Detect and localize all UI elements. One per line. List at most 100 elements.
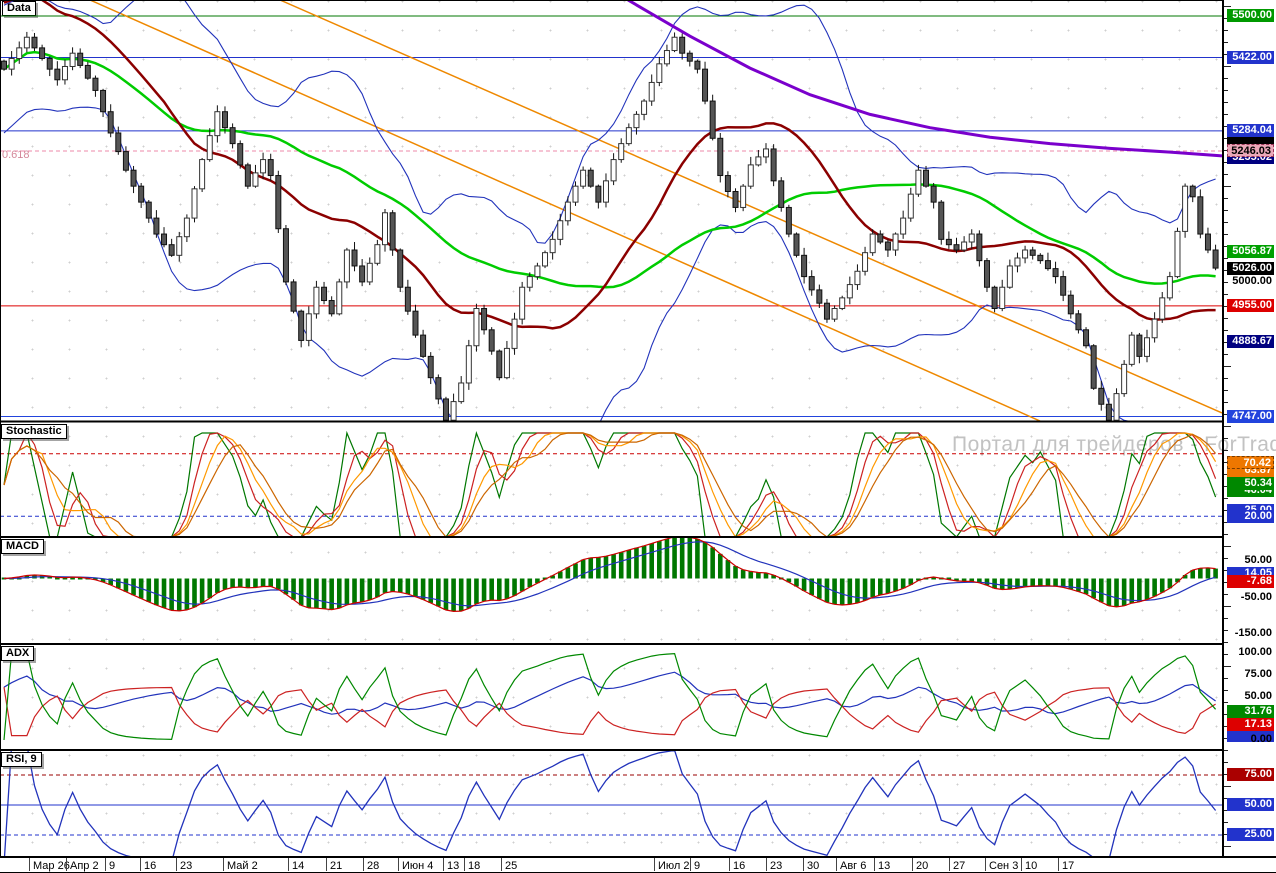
date-label: Июн 4: [402, 860, 434, 872]
price-axis-label: 17.13: [1227, 718, 1274, 731]
axis-tick: [1224, 78, 1228, 79]
date-label: 25: [505, 860, 518, 872]
price-axis-label: 5246.03: [1227, 144, 1274, 157]
axis-tick: [1224, 546, 1231, 547]
date-label: 27: [953, 860, 966, 872]
date-label: 17: [1062, 860, 1075, 872]
price-axis-label: 4955.00: [1227, 299, 1274, 312]
date-label: Авг 6: [840, 860, 867, 872]
price-axis-label: 50.34: [1227, 477, 1274, 490]
axis-tick: [1224, 330, 1228, 331]
date-label: 30: [807, 860, 820, 872]
price-axis-label: 5000.00: [1232, 275, 1272, 287]
price-axis-label: 5500.00: [1227, 9, 1274, 22]
date-label: Сен 3: [989, 860, 1019, 872]
price-axis-label: 70.42: [1227, 456, 1274, 469]
price-axis-label: 5422.00: [1227, 51, 1274, 64]
date-label: 21: [330, 860, 343, 872]
date-label: 28: [367, 860, 380, 872]
axis-tick: [1224, 6, 1231, 7]
fib-ratio-label: 0.618: [2, 149, 30, 161]
price-axis[interactable]: 5500.005422.005284.045235.025246.035056.…: [1222, 0, 1276, 856]
price-axis-label: 25.00: [1227, 828, 1274, 841]
axis-tick: [1224, 258, 1228, 259]
date-label: Мар 26: [33, 860, 70, 872]
date-label: 16: [733, 860, 746, 872]
axis-tick: [1224, 846, 1231, 847]
axis-tick: [1224, 786, 1231, 787]
date-tick: [729, 858, 730, 871]
axis-tick: [1224, 534, 1228, 535]
price-axis-label: -150.00: [1234, 627, 1272, 639]
date-label: 14: [292, 860, 305, 872]
axis-tick: [1224, 750, 1228, 751]
date-label: Июл 2: [658, 860, 690, 872]
date-tick: [398, 858, 399, 871]
axis-tick: [1224, 354, 1228, 355]
price-axis-label: 50.00: [1227, 798, 1274, 811]
date-tick: [443, 858, 444, 871]
date-tick: [654, 858, 655, 871]
date-tick: [985, 858, 986, 871]
price-axis-label: -7.68: [1227, 575, 1274, 588]
price-axis-label: 50.00: [1244, 554, 1272, 566]
date-tick: [223, 858, 224, 871]
date-label: Май 2: [227, 860, 258, 872]
price-axis-label: 75.00: [1227, 768, 1274, 781]
chart-canvas[interactable]: [0, 0, 1222, 856]
axis-tick: [1224, 294, 1228, 295]
axis-tick: [1224, 666, 1231, 667]
date-tick: [326, 858, 327, 871]
tab-stochastic-panel[interactable]: Stochastic: [1, 424, 67, 439]
date-tick: [912, 858, 913, 871]
axis-tick: [1224, 66, 1231, 67]
date-label: 23: [180, 860, 193, 872]
date-label: 20: [916, 860, 929, 872]
date-label: 9: [109, 860, 116, 872]
axis-tick: [1224, 90, 1228, 91]
tab-adx-panel[interactable]: ADX: [1, 646, 35, 661]
price-axis-label: 5284.04: [1227, 124, 1274, 137]
date-tick: [288, 858, 289, 871]
tab-macd-panel[interactable]: MACD: [1, 539, 44, 554]
date-tick: [1058, 858, 1059, 871]
date-tick: [836, 858, 837, 871]
axis-tick: [1224, 366, 1231, 367]
price-axis-label: 5056.87: [1227, 245, 1274, 258]
axis-tick: [1224, 426, 1231, 427]
date-label: 13: [447, 860, 460, 872]
axis-tick: [1224, 318, 1228, 319]
date-axis[interactable]: Мар 26 Апр 2 9 16 23 Май 2 14 21 28 Июн 4 13 18 25 Ию…: [0, 856, 1276, 872]
date-tick: [690, 858, 691, 871]
axis-tick: [1224, 390, 1228, 391]
axis-tick: [1224, 642, 1228, 643]
date-label: 16: [144, 860, 157, 872]
axis-tick: [1224, 30, 1228, 31]
axis-tick: [1224, 762, 1228, 763]
axis-tick: [1224, 822, 1228, 823]
price-axis-label: -50.00: [1240, 591, 1272, 603]
axis-tick: [1224, 438, 1228, 439]
date-tick: [949, 858, 950, 871]
axis-tick: [1224, 606, 1231, 607]
axis-tick: [1224, 198, 1228, 199]
date-label: 10: [1025, 860, 1038, 872]
price-axis-label: 5026.00: [1227, 262, 1274, 275]
axis-tick: [1224, 402, 1228, 403]
date-tick: [105, 858, 106, 871]
price-axis-label: 4747.00: [1227, 410, 1274, 423]
date-tick: [363, 858, 364, 871]
date-tick: [29, 858, 30, 871]
price-axis-label: 50.00: [1244, 690, 1272, 702]
price-axis-label: 31.76: [1227, 705, 1274, 718]
axis-tick: [1224, 210, 1228, 211]
date-label: 9: [694, 860, 701, 872]
price-axis-label: 4888.67: [1227, 335, 1274, 348]
date-tick: [501, 858, 502, 871]
chart-window: Портал для трейдеров - ForTrader.ru Data…: [0, 0, 1276, 873]
axis-tick: [1224, 186, 1231, 187]
tab-rsi-panel[interactable]: RSI, 9: [1, 752, 42, 767]
date-tick: [874, 858, 875, 871]
axis-tick: [1224, 222, 1228, 223]
date-tick: [803, 858, 804, 871]
